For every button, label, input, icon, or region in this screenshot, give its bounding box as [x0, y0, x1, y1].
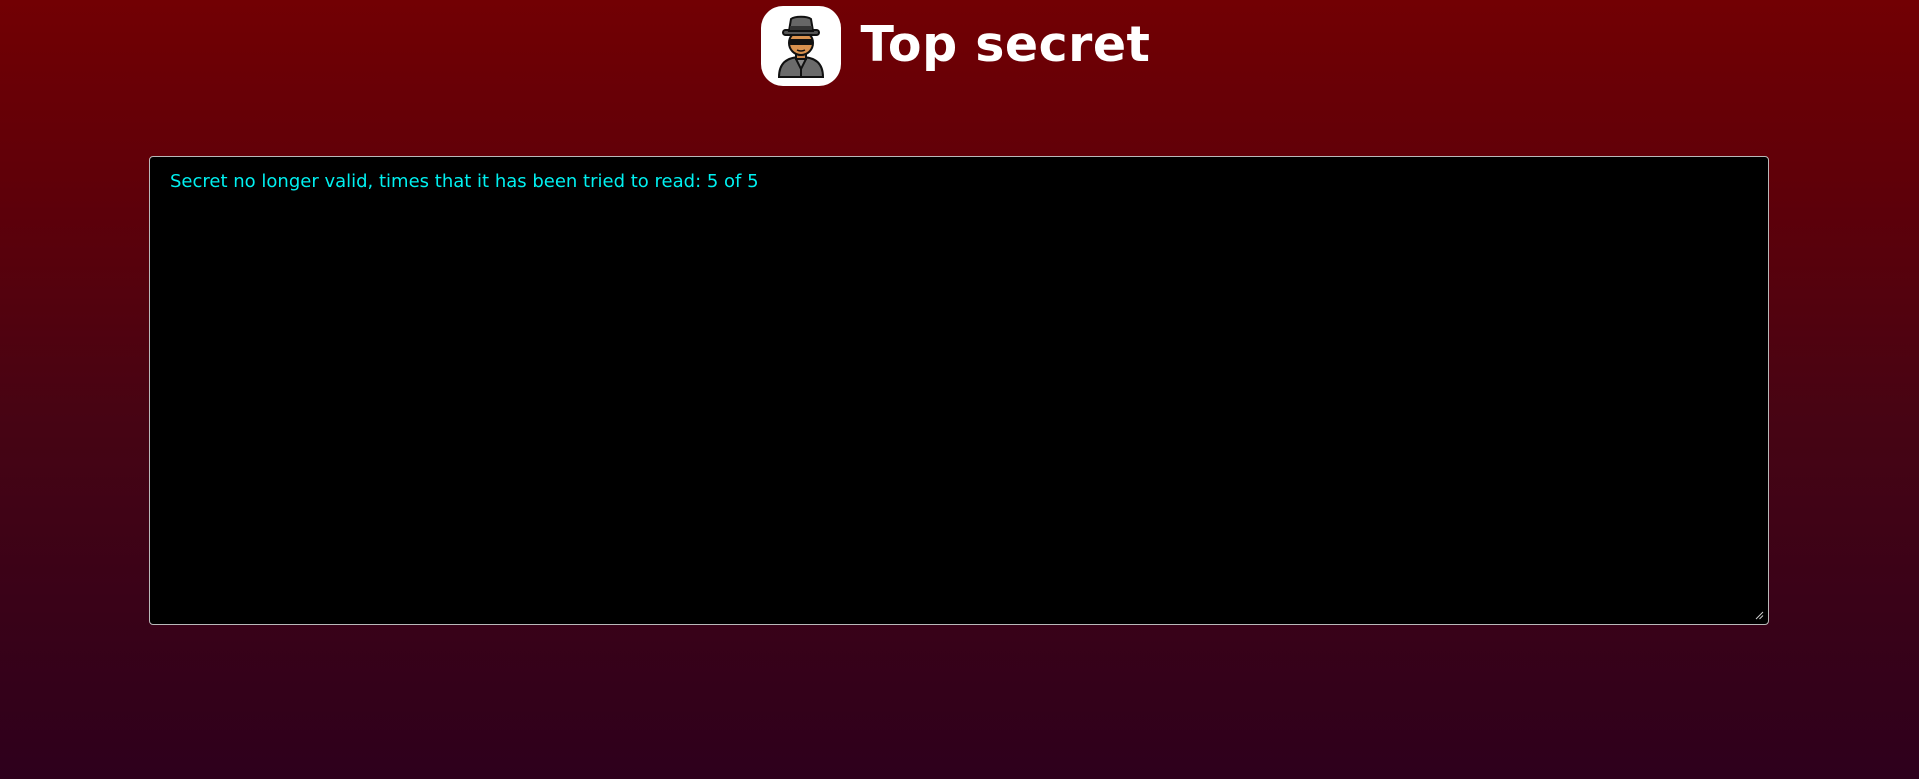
- page-title: Top secret: [860, 15, 1151, 73]
- secret-message: Secret no longer valid, times that it ha…: [170, 171, 759, 192]
- page-header: Top secret: [0, 6, 1919, 86]
- resize-grip-icon[interactable]: [1755, 611, 1764, 620]
- secret-text-area[interactable]: Secret no longer valid, times that it ha…: [149, 156, 1769, 625]
- spy-icon: [760, 6, 841, 86]
